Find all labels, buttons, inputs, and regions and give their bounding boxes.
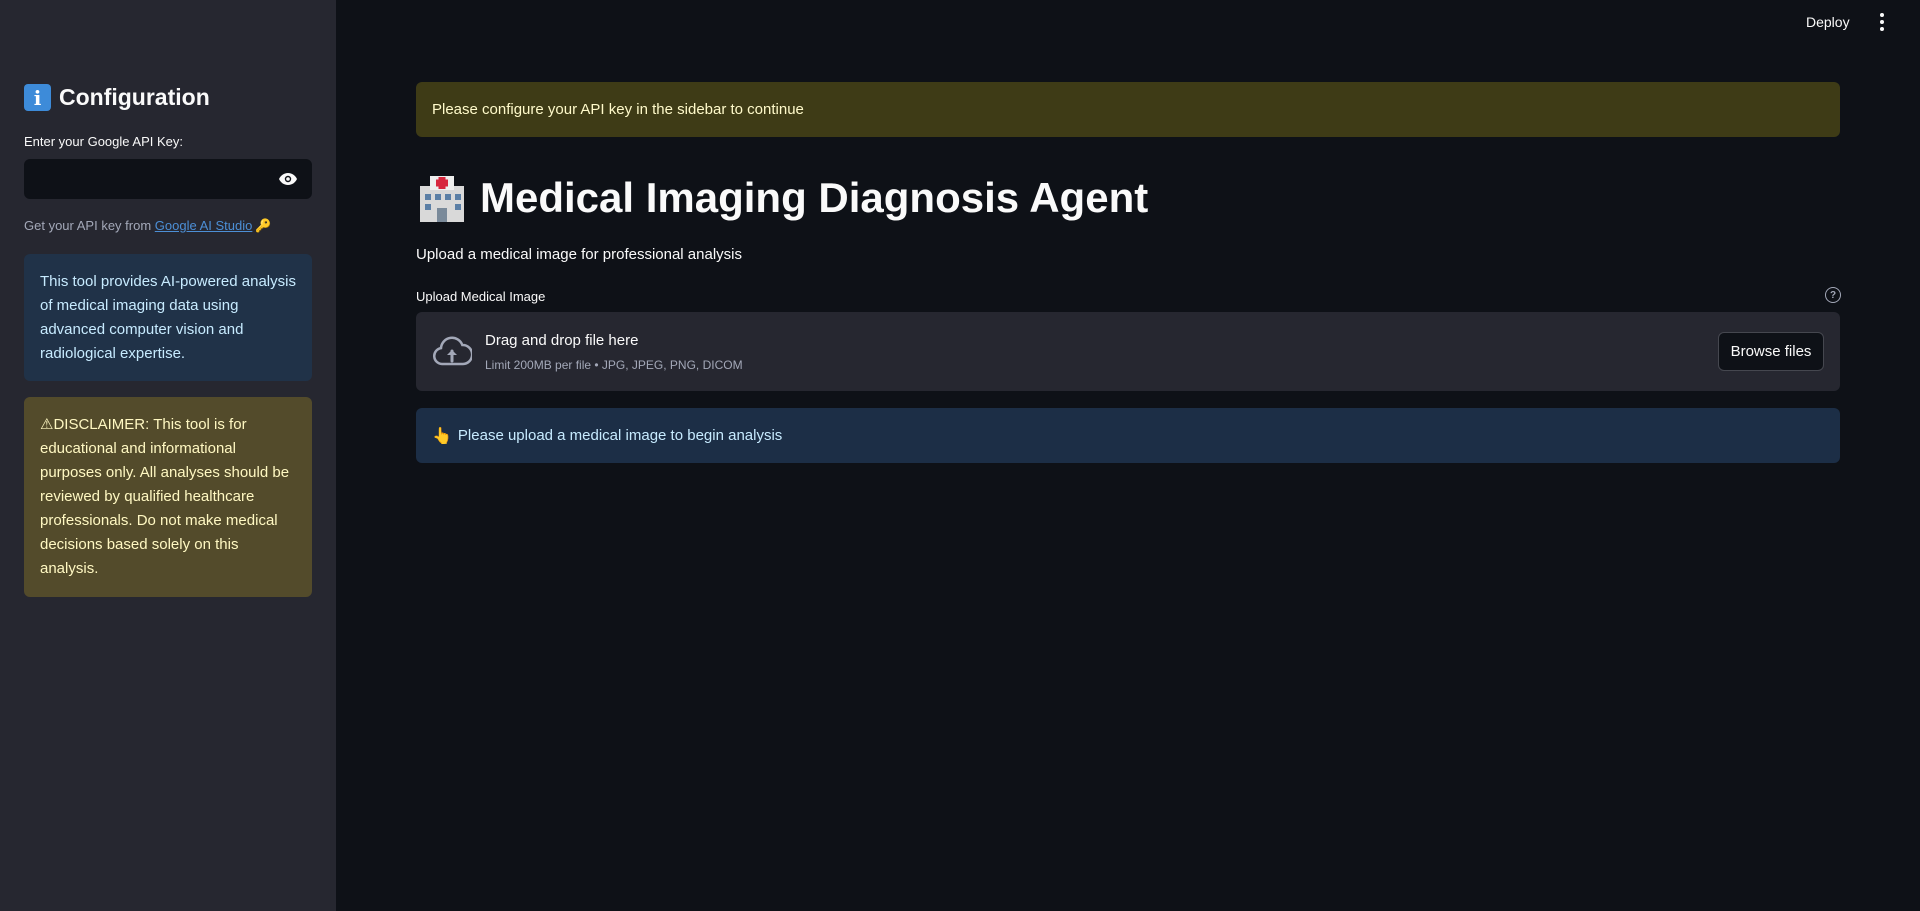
disclaimer-box: ⚠DISCLAIMER: This tool is for educationa…	[24, 397, 312, 597]
api-key-help-prefix: Get your API key from	[24, 218, 155, 233]
key-icon: 🔑	[255, 218, 272, 233]
sidebar-info-box: This tool provides AI-powered analysis o…	[24, 254, 312, 381]
upload-label: Upload Medical Image	[416, 289, 546, 304]
api-key-label: Enter your Google API Key:	[24, 134, 183, 149]
api-key-input[interactable]	[25, 160, 265, 198]
file-dropzone[interactable]: Drag and drop file here Limit 200MB per …	[416, 312, 1840, 391]
information-icon: i	[24, 84, 51, 111]
show-password-eye-icon[interactable]	[277, 170, 299, 188]
google-ai-studio-link[interactable]: Google AI Studio	[155, 218, 253, 233]
page-title-text: Medical Imaging Diagnosis Agent	[480, 174, 1149, 221]
dropzone-limit-text: Limit 200MB per file • JPG, JPEG, PNG, D…	[485, 358, 743, 372]
deploy-button[interactable]: Deploy	[1800, 12, 1856, 32]
upload-info-alert: 👆 Please upload a medical image to begin…	[416, 408, 1840, 463]
api-key-field-wrapper	[24, 159, 312, 199]
sidebar-title-text: Configuration	[59, 84, 210, 110]
cloud-upload-icon	[433, 336, 472, 366]
question-circle-icon[interactable]: ?	[1825, 287, 1841, 303]
vertical-dots-icon[interactable]	[1874, 10, 1890, 34]
api-key-warning-text: Please configure your API key in the sid…	[432, 101, 804, 118]
api-key-help: Get your API key from Google AI Studio 🔑	[24, 218, 272, 234]
app-root: i Configuration Enter your Google API Ke…	[0, 0, 1920, 911]
dropzone-instructions: Drag and drop file here	[485, 332, 639, 349]
upload-info-text: Please upload a medical image to begin a…	[457, 427, 783, 444]
page-subtitle: Upload a medical image for professional …	[416, 246, 743, 263]
browse-files-button[interactable]: Browse files	[1718, 332, 1824, 371]
page-title: Medical Imaging Diagnosis Agent	[416, 172, 1148, 224]
api-key-warning-alert: Please configure your API key in the sid…	[416, 82, 1840, 137]
pointing-up-icon: 👆	[432, 427, 452, 445]
sidebar: i Configuration Enter your Google API Ke…	[0, 0, 336, 911]
sidebar-title: i Configuration	[24, 84, 210, 111]
hospital-icon	[420, 176, 464, 222]
